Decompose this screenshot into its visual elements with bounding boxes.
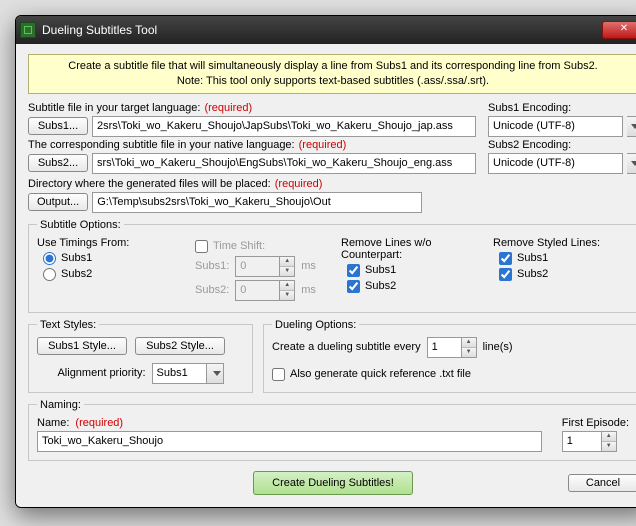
styled-heading: Remove Styled Lines: bbox=[493, 237, 629, 249]
output-path-input[interactable] bbox=[92, 192, 422, 213]
window-title: Dueling Subtitles Tool bbox=[42, 23, 602, 37]
text-styles-group: Text Styles: Subs1 Style... Subs2 Style.… bbox=[28, 319, 253, 393]
timeshift-check[interactable]: Time Shift: bbox=[195, 240, 325, 253]
timeshift-subs2-spinner[interactable]: ▲▼ bbox=[280, 280, 295, 301]
output-label: Directory where the generated files will… bbox=[28, 178, 271, 190]
timeshift-subs1-spinner[interactable]: ▲▼ bbox=[280, 256, 295, 277]
subs2-label: The corresponding subtitle file in your … bbox=[28, 139, 295, 151]
chevron-down-icon bbox=[213, 371, 221, 376]
dueling-create-label1: Create a dueling subtitle every bbox=[272, 341, 421, 353]
required-tag: (required) bbox=[275, 178, 323, 190]
subs2-style-button[interactable]: Subs2 Style... bbox=[135, 337, 225, 355]
ms-label: ms bbox=[301, 260, 316, 272]
remove-subs1-check[interactable]: Subs1 bbox=[347, 264, 477, 277]
required-tag: (required) bbox=[75, 417, 123, 429]
subs1-encoding-dropdown[interactable] bbox=[627, 116, 636, 137]
cancel-button[interactable]: Cancel bbox=[568, 474, 636, 492]
subs1-encoding-combo[interactable] bbox=[488, 116, 623, 137]
notice-line2: Note: This tool only supports text-based… bbox=[37, 74, 629, 89]
dueling-options-group: Dueling Options: Create a dueling subtit… bbox=[263, 319, 636, 393]
subs1-browse-button[interactable]: Subs1... bbox=[28, 117, 88, 135]
subs1enc-label: Subs1 Encoding: bbox=[488, 102, 571, 114]
subs2-path-input[interactable] bbox=[92, 153, 476, 174]
alignment-dropdown[interactable] bbox=[207, 363, 224, 384]
dialog-window: Dueling Subtitles Tool ✕ Create a subtit… bbox=[15, 15, 636, 508]
first-episode-label: First Episode: bbox=[562, 417, 629, 429]
notice-line1: Create a subtitle file that will simulta… bbox=[37, 59, 629, 74]
required-tag: (required) bbox=[204, 102, 252, 114]
subs2-encoding-combo[interactable] bbox=[488, 153, 623, 174]
styled-subs1-check[interactable]: Subs1 bbox=[499, 252, 629, 265]
subs2-encoding-dropdown[interactable] bbox=[627, 153, 636, 174]
chevron-down-icon bbox=[631, 161, 636, 166]
content-area: Create a subtitle file that will simulta… bbox=[16, 44, 636, 507]
first-episode-spinner[interactable]: ▲▼ bbox=[602, 431, 617, 452]
titlebar: Dueling Subtitles Tool ✕ bbox=[16, 16, 636, 44]
timings-subs1-radio[interactable]: Subs1 bbox=[43, 252, 173, 265]
text-styles-legend: Text Styles: bbox=[37, 319, 99, 331]
subtitle-options-legend: Subtitle Options: bbox=[37, 219, 124, 231]
every-lines-input[interactable] bbox=[427, 337, 462, 358]
remove-heading: Remove Lines w/o Counterpart: bbox=[341, 237, 477, 261]
subs2enc-label: Subs2 Encoding: bbox=[488, 139, 571, 151]
ts-subs2-label: Subs2: bbox=[195, 284, 229, 296]
subs1-style-button[interactable]: Subs1 Style... bbox=[37, 337, 127, 355]
alignment-label: Alignment priority: bbox=[57, 367, 145, 379]
name-label: Name: bbox=[37, 417, 69, 429]
timings-subs2-radio[interactable]: Subs2 bbox=[43, 268, 173, 281]
timeshift-subs2-input[interactable] bbox=[235, 280, 280, 301]
subs2-browse-button[interactable]: Subs2... bbox=[28, 154, 88, 172]
dueling-options-legend: Dueling Options: bbox=[272, 319, 359, 331]
app-icon bbox=[20, 22, 36, 38]
ts-subs1-label: Subs1: bbox=[195, 260, 229, 272]
every-lines-spinner[interactable]: ▲▼ bbox=[462, 337, 477, 358]
alignment-combo[interactable] bbox=[152, 363, 207, 384]
subtitle-options-group: Subtitle Options: Use Timings From: Subs… bbox=[28, 219, 636, 313]
first-episode-input[interactable] bbox=[562, 431, 602, 452]
naming-group: Naming: Name: (required) First Episode: … bbox=[28, 399, 636, 461]
dueling-create-label2: line(s) bbox=[483, 341, 513, 353]
remove-subs2-check[interactable]: Subs2 bbox=[347, 280, 477, 293]
timings-heading: Use Timings From: bbox=[37, 237, 173, 249]
subs1-label: Subtitle file in your target language: bbox=[28, 102, 200, 114]
output-browse-button[interactable]: Output... bbox=[28, 193, 88, 211]
timeshift-subs1-input[interactable] bbox=[235, 256, 280, 277]
styled-subs2-check[interactable]: Subs2 bbox=[499, 268, 629, 281]
subs1-path-input[interactable] bbox=[92, 116, 476, 137]
quickref-check[interactable]: Also generate quick reference .txt file bbox=[272, 368, 629, 381]
create-button[interactable]: Create Dueling Subtitles! bbox=[253, 471, 413, 495]
required-tag: (required) bbox=[299, 139, 347, 151]
notice-banner: Create a subtitle file that will simulta… bbox=[28, 54, 636, 94]
close-button[interactable]: ✕ bbox=[602, 21, 636, 39]
name-input[interactable] bbox=[37, 431, 542, 452]
ms-label: ms bbox=[301, 284, 316, 296]
chevron-down-icon bbox=[631, 124, 636, 129]
naming-legend: Naming: bbox=[37, 399, 84, 411]
